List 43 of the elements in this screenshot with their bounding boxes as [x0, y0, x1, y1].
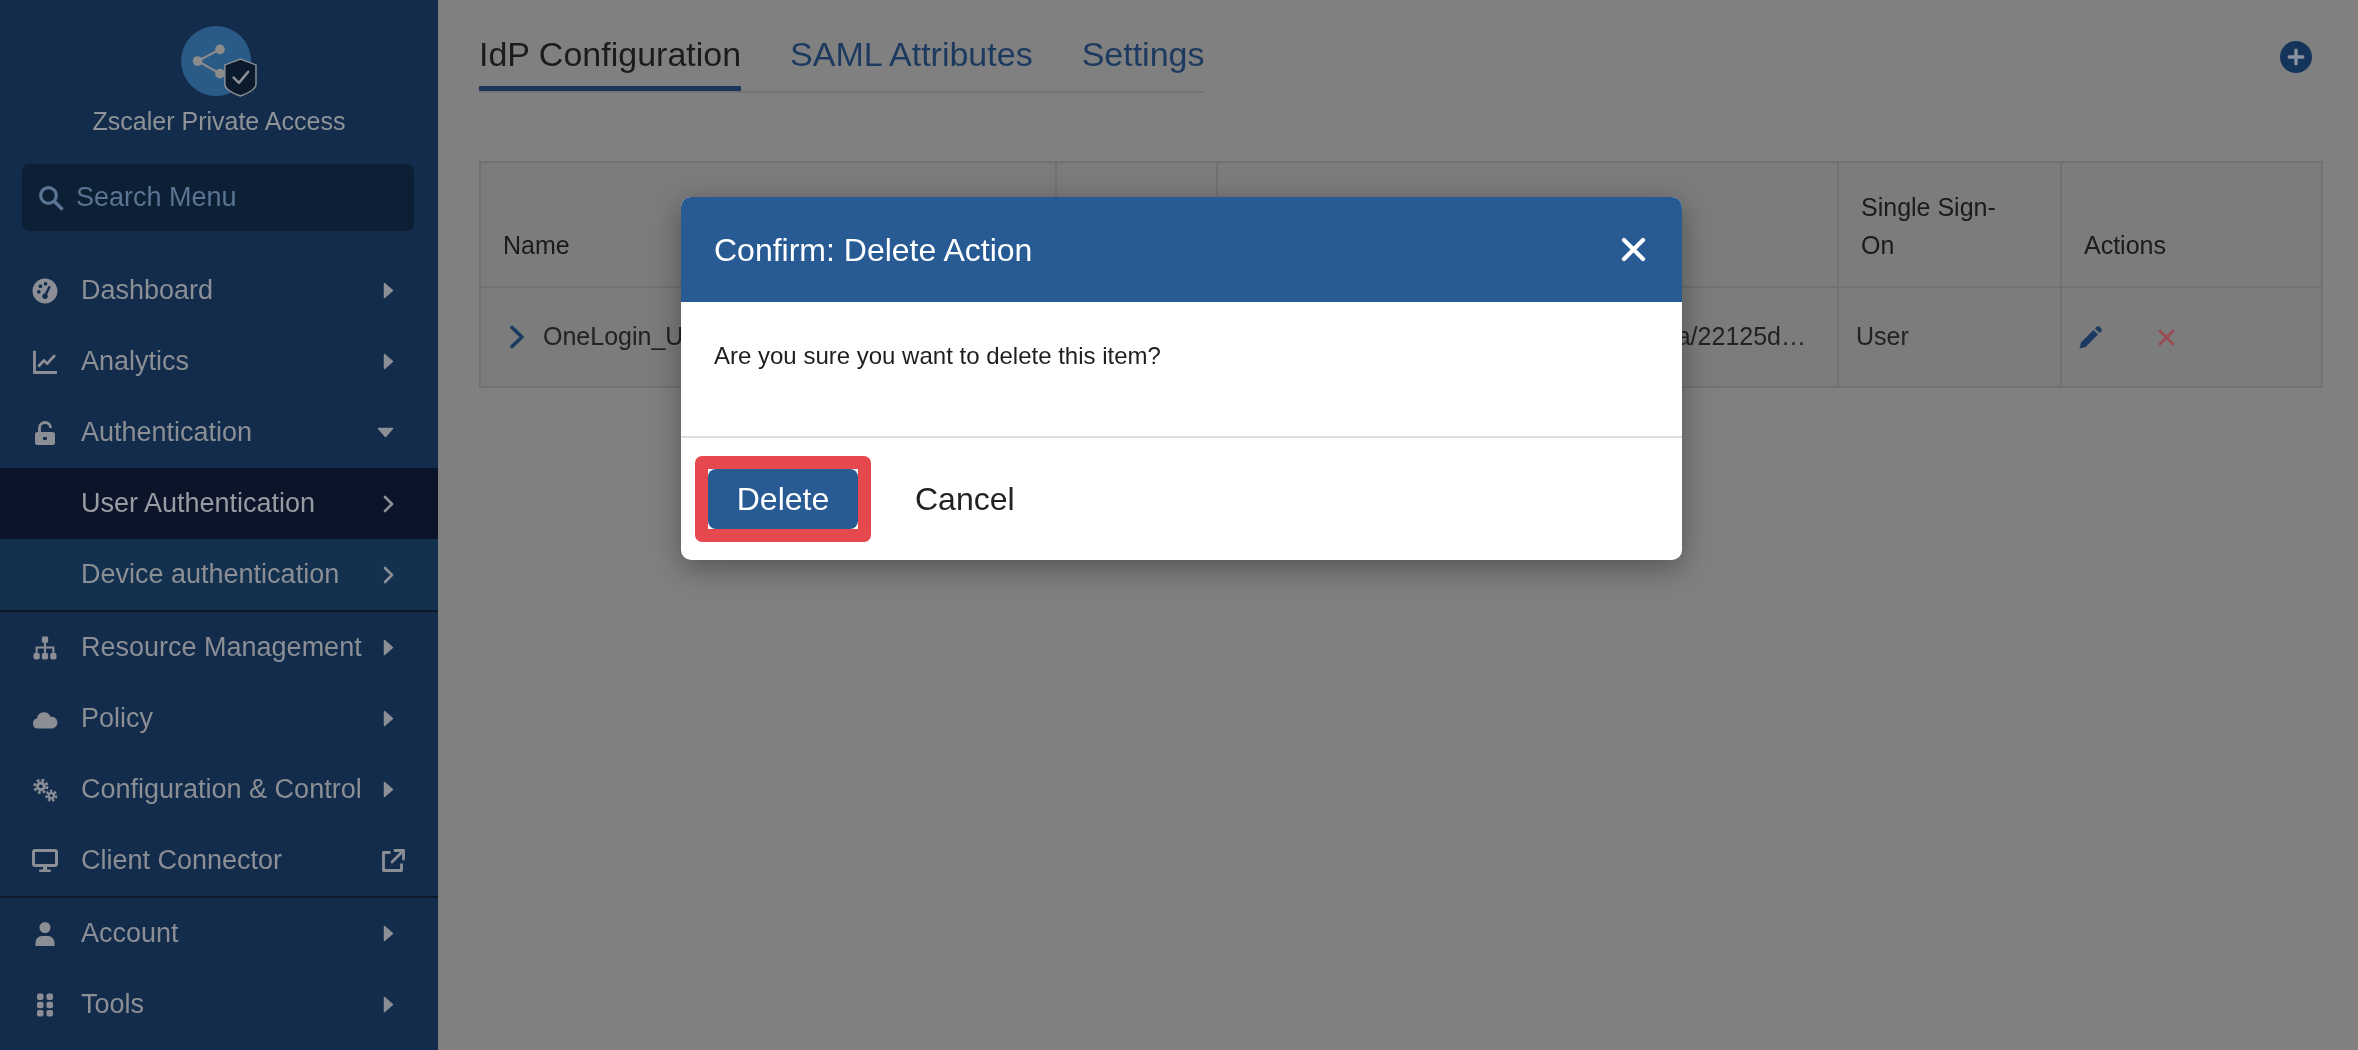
- dialog-title: Confirm: Delete Action: [714, 230, 1033, 270]
- gauge-icon: [32, 277, 58, 304]
- gears-icon: [32, 776, 58, 803]
- sidebar-item[interactable]: Client Connector: [0, 825, 438, 896]
- column-header: Name: [503, 230, 570, 261]
- chevron-right-icon: [383, 565, 394, 584]
- search-icon: [38, 185, 64, 211]
- dots-grid-icon: [36, 992, 54, 1017]
- chevron-right-icon: [383, 494, 394, 513]
- submenu-item[interactable]: Device authentication: [0, 539, 438, 610]
- sidebar-item[interactable]: Policy: [0, 683, 438, 754]
- chevron-right-icon[interactable]: [509, 325, 526, 349]
- user-icon: [33, 920, 57, 947]
- column-header: Single Sign-On: [1861, 192, 1997, 261]
- sso-value: User: [1856, 322, 1909, 351]
- padlock-icon: [33, 419, 57, 446]
- sidebar-item[interactable]: Dashboard: [0, 255, 438, 326]
- pencil-icon[interactable]: [2078, 324, 2103, 350]
- line-chart-icon: [32, 348, 58, 375]
- sidebar-item[interactable]: Analytics: [0, 326, 438, 397]
- sidebar-item[interactable]: Authentication: [0, 397, 438, 468]
- column-header: Actions: [2084, 230, 2166, 261]
- sidebar-item[interactable]: Tools: [0, 969, 438, 1040]
- tab[interactable]: SAML Attributes: [790, 34, 1033, 91]
- tab[interactable]: Settings: [1081, 34, 1205, 91]
- product-name: Zscaler Private Access: [92, 106, 346, 137]
- monitor-icon: [32, 847, 58, 874]
- tab[interactable]: IdP Configuration: [479, 34, 742, 91]
- plus-circle-icon[interactable]: [2280, 41, 2312, 73]
- delete-button[interactable]: Delete: [708, 469, 858, 529]
- sidebar-item[interactable]: Configuration & Control: [0, 754, 438, 825]
- sidebar-item[interactable]: Resource Management: [0, 612, 438, 683]
- hierarchy-icon: [32, 635, 58, 660]
- submenu-item[interactable]: User Authentication: [0, 468, 438, 539]
- sidebar-item[interactable]: Account: [0, 898, 438, 969]
- url-text: a/22125d…: [1676, 322, 1806, 351]
- cancel-button[interactable]: Cancel: [903, 469, 1027, 529]
- dialog-message: Are you sure you want to delete this item?: [714, 341, 1162, 371]
- search-field[interactable]: Search Menu: [22, 164, 414, 231]
- close-icon[interactable]: [1621, 237, 1646, 262]
- share-shield-icon: [180, 26, 258, 98]
- external-link-icon: [380, 847, 406, 874]
- entry-name: OneLogin_U: [543, 321, 684, 353]
